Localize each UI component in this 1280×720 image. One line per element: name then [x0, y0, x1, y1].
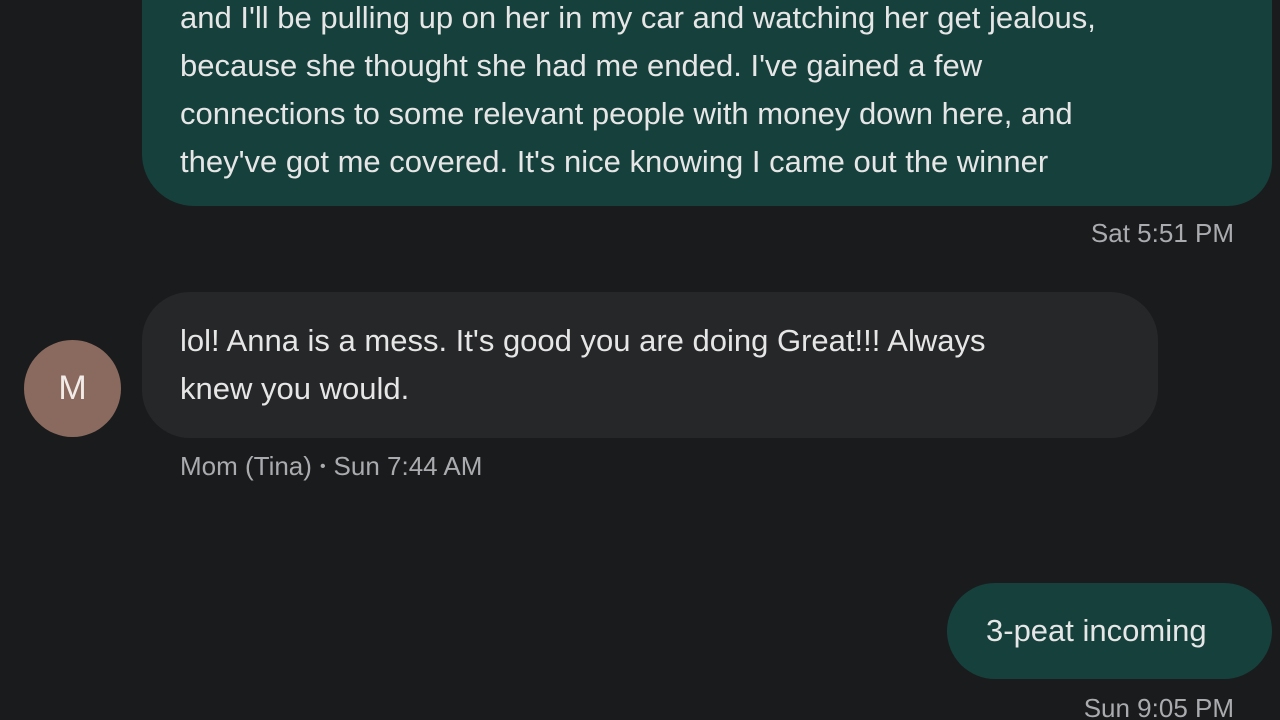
conversation-thread: and I'll be pulling up on her in my car …	[0, 0, 1280, 720]
incoming-message-bubble[interactable]: lol! Anna is a mess. It's good you are d…	[142, 292, 1158, 438]
contact-avatar[interactable]: M	[24, 340, 121, 437]
outgoing-message-bubble[interactable]: and I'll be pulling up on her in my car …	[142, 0, 1272, 206]
message-timestamp: Sun 9:05 PM	[1083, 693, 1234, 720]
sender-name: Mom (Tina)	[180, 451, 312, 481]
message-text-line: knew you would.	[180, 371, 410, 406]
message-text-line: lol! Anna is a mess. It's good you are d…	[180, 323, 986, 358]
message-text-line: because she thought she had me ended. I'…	[180, 48, 983, 83]
message-timestamp: Sun 7:44 AM	[333, 451, 483, 481]
outgoing-message-bubble[interactable]: 3-peat incoming	[947, 583, 1272, 679]
message-text-line: and I'll be pulling up on her in my car …	[180, 0, 1096, 35]
separator-dot: •	[319, 458, 326, 475]
message-timestamp: Sat 5:51 PM	[1090, 218, 1234, 248]
message-text-line: they've got me covered. It's nice knowin…	[180, 144, 1049, 179]
message-text-line: 3-peat incoming	[986, 613, 1207, 648]
message-sender-info: Mom (Tina) • Sun 7:44 AM	[180, 450, 482, 483]
message-text-line: connections to some relevant people with…	[180, 96, 1073, 131]
